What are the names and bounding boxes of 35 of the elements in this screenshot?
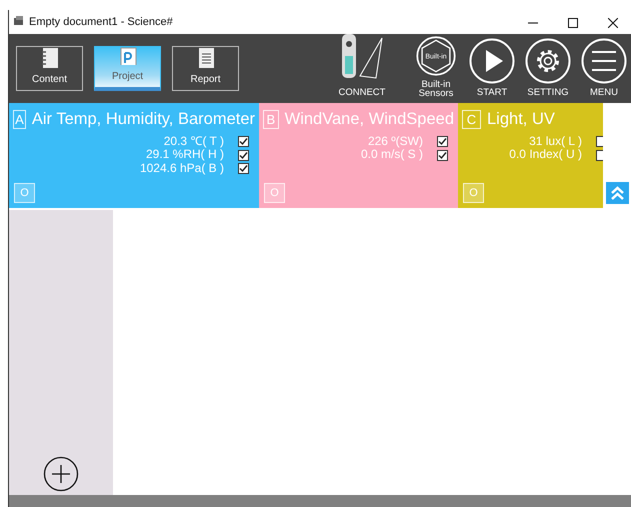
sensor-letter: B [263, 110, 279, 129]
window-title: Empty document1 - Science# [29, 14, 173, 30]
sensor-reading: 20.3 ℃( T ) [164, 134, 224, 148]
sensor-title: Light, UV [487, 109, 555, 130]
checkbox[interactable] [437, 136, 448, 147]
add-icon[interactable] [43, 456, 79, 492]
play-icon [469, 38, 515, 84]
sensor-title: Air Temp, Humidity, Barometer [32, 109, 255, 130]
checkbox[interactable] [238, 136, 249, 147]
menu-icon [581, 38, 627, 84]
sensor-letter: C [462, 110, 481, 129]
close-icon [608, 18, 618, 28]
scroll-up-icon[interactable] [606, 182, 628, 204]
toolbar-button[interactable]: MENU [577, 38, 631, 103]
settings-icon [525, 38, 571, 84]
toolbar-button[interactable]: START [465, 38, 519, 103]
sensor-title: WindVane, WindSpeed [284, 109, 454, 130]
toolbar-button[interactable]: SETTING [521, 38, 575, 103]
checkbox[interactable] [238, 163, 249, 174]
document-icon [118, 47, 138, 65]
maximize-icon [568, 18, 578, 28]
sensor-reading: 29.1 %RH( H ) [146, 148, 224, 162]
sensor-reading: 31 lux( L ) [529, 134, 582, 148]
toolbar-button[interactable]: CONNECT [327, 30, 397, 103]
notebook-icon [40, 47, 60, 68]
sensor-letter: A [13, 110, 26, 129]
sensor-reading: 1024.6 hPa( B ) [140, 162, 224, 176]
tab[interactable]: Content [16, 46, 83, 91]
sensor-reading: 0.0 Index( U ) [509, 148, 582, 162]
checkbox[interactable] [437, 150, 448, 160]
sensor-reading: 0.0 m/s( S ) [360, 148, 423, 162]
sensor-reading: 226 º(SW) [368, 134, 423, 148]
tab[interactable]: Report [172, 46, 239, 91]
checkbox[interactable] [238, 150, 249, 160]
tab[interactable]: Project [94, 46, 161, 91]
